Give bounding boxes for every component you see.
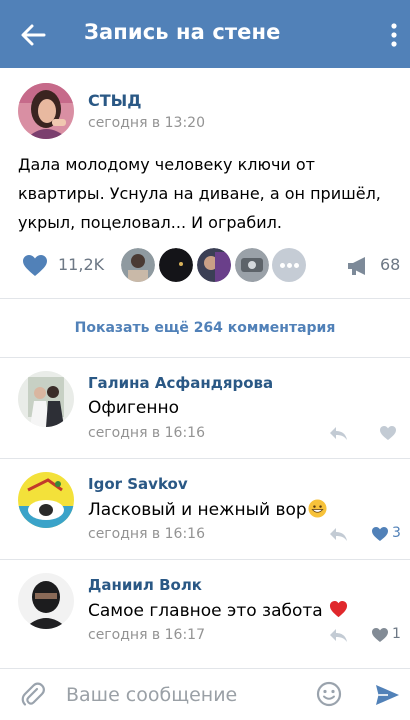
more-vertical-icon[interactable] [386, 22, 402, 48]
page-title: Запись на стене [84, 20, 281, 44]
comment-text-content: Ласковый и нежный вор [88, 500, 307, 520]
comment-text: Ласковый и нежный вор [88, 499, 327, 520]
show-more-comments-link[interactable]: Показать ещё 264 комментария [0, 310, 410, 346]
liker-avatar[interactable] [197, 248, 231, 282]
megaphone-icon[interactable] [346, 255, 370, 277]
message-input[interactable]: Ваше сообщение [66, 684, 237, 706]
heart-icon[interactable] [371, 526, 389, 542]
message-composer: Ваше сообщение [0, 668, 410, 720]
comment-like-count[interactable]: 1 [392, 626, 401, 642]
liker-avatar[interactable] [159, 248, 193, 282]
post-timestamp: сегодня в 13:20 [88, 115, 205, 131]
comment-text-content: Самое главное это забота [88, 601, 323, 621]
red-heart-emoji [330, 600, 348, 618]
comment-item: Даниил Волк Самое главное это забота сег… [0, 560, 410, 660]
comment-like-count[interactable]: 3 [392, 525, 401, 541]
comment-text: Офигенно [88, 398, 179, 418]
smile-icon[interactable] [316, 681, 342, 707]
more-likers-button[interactable] [272, 248, 306, 282]
comment-item: Igor Savkov Ласковый и нежный вор сегодн… [0, 459, 410, 559]
comment-item: Галина Асфандярова Офигенно сегодня в 16… [0, 358, 410, 458]
reply-icon[interactable] [328, 425, 348, 441]
post-author-name[interactable]: СТЫД [88, 91, 141, 110]
post-author-avatar[interactable] [18, 83, 74, 139]
heart-icon[interactable] [371, 627, 389, 643]
grinning-face-emoji [308, 499, 327, 518]
arrow-left-icon[interactable] [18, 20, 48, 50]
send-icon[interactable] [374, 682, 400, 708]
divider [0, 298, 410, 299]
commenter-avatar[interactable] [18, 472, 74, 528]
post-share-count[interactable]: 68 [380, 255, 400, 274]
reply-icon[interactable] [328, 627, 348, 643]
liker-avatar[interactable] [235, 248, 269, 282]
post-like-count[interactable]: 11,2K [58, 255, 104, 274]
commenter-name[interactable]: Igor Savkov [88, 475, 188, 493]
commenter-avatar[interactable] [18, 573, 74, 629]
post-reactions: 11,2K 68 [0, 245, 410, 285]
heart-icon[interactable] [22, 254, 48, 277]
heart-icon[interactable] [379, 425, 397, 441]
comment-timestamp: сегодня в 16:16 [88, 526, 205, 542]
post-text: Дала молодому человеку ключи от квартиры… [18, 155, 381, 232]
comment-timestamp: сегодня в 16:16 [88, 425, 205, 441]
top-bar: Запись на стене [0, 0, 410, 68]
commenter-name[interactable]: Галина Асфандярова [88, 374, 273, 392]
paperclip-icon[interactable] [20, 682, 46, 708]
commenter-avatar[interactable] [18, 371, 74, 427]
comment-timestamp: сегодня в 16:17 [88, 627, 205, 643]
liker-avatar[interactable] [121, 248, 155, 282]
comment-text: Самое главное это забота [88, 600, 348, 621]
reply-icon[interactable] [328, 526, 348, 542]
commenter-name[interactable]: Даниил Волк [88, 576, 202, 594]
